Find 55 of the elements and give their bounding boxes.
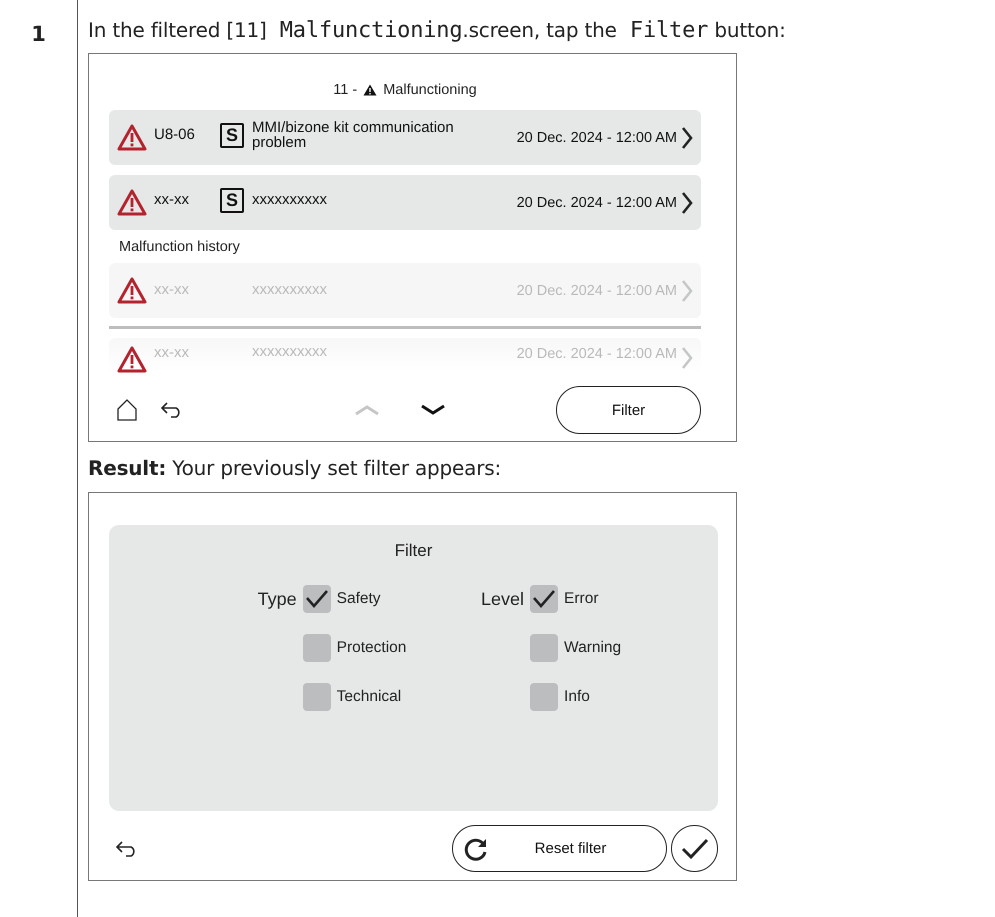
- warning-triangle-icon: [117, 277, 147, 304]
- chevron-right-icon: [681, 126, 693, 150]
- scroll-down-icon[interactable]: [420, 404, 446, 416]
- instruction-text: In the filtered [11] Malfunctioning.screen, tap the Filter button:: [88, 18, 787, 43]
- error-code: xx-xx: [154, 344, 190, 361]
- error-date: 20 Dec. 2024 - 12:00 AM: [516, 130, 677, 146]
- result-text: Result: Your previously set filter appears:: [88, 456, 502, 480]
- group-label: Level: [481, 588, 524, 608]
- checkbox[interactable]: [302, 634, 331, 662]
- filter-button[interactable]: Filter: [556, 386, 701, 434]
- service-badge: S: [220, 123, 244, 148]
- error-description: xxxxxxxxxx: [252, 344, 328, 359]
- malfunction-row[interactable]: xx-xx S xxxxxxxxxx 20 Dec. 2024 - 12:00 AM: [109, 175, 701, 230]
- error-date: 20 Dec. 2024 - 12:00 AM: [516, 346, 677, 362]
- filter-title: Filter: [394, 541, 434, 561]
- chevron-right-icon: [681, 346, 693, 370]
- check-icon: [680, 838, 708, 860]
- option-label: Warning: [564, 639, 622, 657]
- malfunction-row[interactable]: U8-06 S MMI/bizone kit communication problem 20 Dec. 2024 - 12:00 AM: [109, 110, 701, 165]
- group-label: Type: [258, 588, 297, 608]
- warning-icon: [363, 84, 378, 96]
- error-description: xxxxxxxxxx: [252, 192, 328, 207]
- checkbox[interactable]: [530, 585, 558, 613]
- step-number: 1: [31, 22, 46, 46]
- warning-triangle-icon: [117, 124, 147, 151]
- error-description: MMI/bizone kit communication problem: [252, 120, 455, 150]
- checkbox[interactable]: [302, 683, 331, 711]
- error-code: U8-06: [154, 126, 196, 143]
- screen-title-number: 11 -: [333, 82, 358, 98]
- home-icon[interactable]: [117, 399, 137, 421]
- reset-filter-button[interactable]: Reset filter: [452, 825, 667, 872]
- checkbox[interactable]: [302, 585, 331, 613]
- refresh-icon: [463, 836, 489, 862]
- option-label: Technical: [336, 688, 402, 706]
- history-label: Malfunction history: [119, 239, 241, 255]
- option-label: Error: [564, 590, 600, 608]
- chevron-right-icon: [681, 278, 693, 302]
- option-label: Protection: [336, 639, 408, 657]
- screen-title: Malfunctioning: [383, 82, 477, 98]
- warning-triangle-icon: [117, 189, 147, 216]
- check-icon: [532, 589, 556, 609]
- chevron-right-icon: [681, 190, 693, 214]
- service-badge: S: [220, 188, 244, 213]
- error-date: 20 Dec. 2024 - 12:00 AM: [516, 282, 677, 298]
- error-code: xx-xx: [154, 281, 190, 298]
- option-label: Info: [564, 688, 591, 706]
- confirm-button[interactable]: [671, 825, 718, 872]
- error-date: 20 Dec. 2024 - 12:00 AM: [516, 194, 677, 210]
- warning-triangle-icon: [117, 346, 147, 373]
- error-code: xx-xx: [154, 191, 190, 208]
- checkbox[interactable]: [530, 683, 558, 711]
- error-description: xxxxxxxxxx: [252, 282, 328, 297]
- option-label: Safety: [336, 590, 382, 608]
- checkbox[interactable]: [530, 634, 558, 662]
- check-icon: [304, 589, 329, 609]
